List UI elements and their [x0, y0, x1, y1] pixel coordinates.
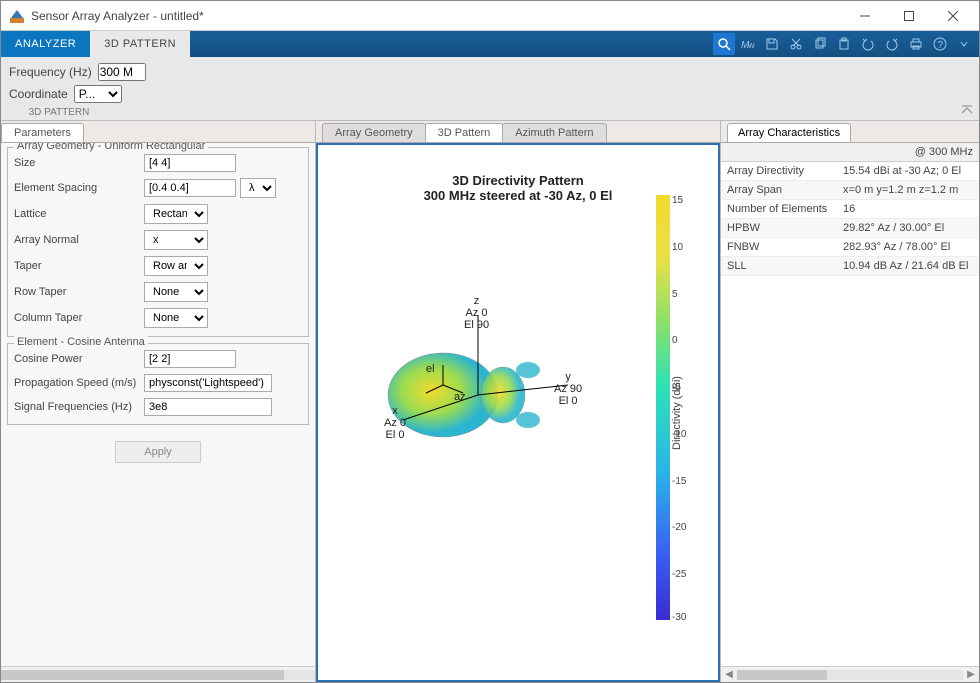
left-hscroll[interactable]: [1, 666, 315, 682]
table-row: SLL10.94 dB Az / 21.64 dB El: [721, 257, 979, 276]
plot-title: 3D Directivity Pattern: [318, 173, 718, 188]
ribbon: Frequency (Hz) Coordinate P... 3D PATTER…: [1, 57, 979, 121]
save-icon[interactable]: [761, 33, 783, 55]
label-row-taper: Row Taper: [14, 286, 144, 298]
print-icon[interactable]: [905, 33, 927, 55]
label-column-taper: Column Taper: [14, 312, 144, 324]
collapse-ribbon-icon[interactable]: [961, 104, 973, 118]
select-lattice[interactable]: Rectang...: [144, 204, 208, 224]
characteristics-table: @ 300 MHz Array Directivity15.54 dBi at …: [721, 143, 979, 276]
tab-analyzer[interactable]: ANALYZER: [1, 31, 90, 57]
label-lattice: Lattice: [14, 208, 144, 220]
col-300mhz: @ 300 MHz: [837, 143, 979, 162]
input-size[interactable]: [144, 154, 236, 172]
paste-icon[interactable]: [833, 33, 855, 55]
colorbar-label: Directivity (dBi): [671, 376, 683, 450]
svg-text:?: ?: [938, 40, 944, 51]
center-panel: Array Geometry 3D Pattern Azimuth Patter…: [316, 121, 721, 682]
tab-parameters[interactable]: Parameters: [1, 123, 84, 142]
tab-3d-pattern[interactable]: 3D PATTERN: [90, 31, 190, 57]
scroll-left-icon: ◀: [721, 669, 737, 680]
apply-button[interactable]: Apply: [115, 441, 201, 463]
freq-label: Frequency (Hz): [9, 65, 92, 79]
coord-label: Coordinate: [9, 87, 68, 101]
select-column-taper[interactable]: None: [144, 308, 208, 328]
scroll-right-icon: ▶: [963, 669, 979, 680]
input-signal-freq[interactable]: [144, 398, 272, 416]
input-element-spacing[interactable]: [144, 179, 236, 197]
table-row: FNBW282.93° Az / 78.00° El: [721, 238, 979, 257]
maximize-button[interactable]: [887, 2, 931, 30]
table-row: Array Directivity15.54 dBi at -30 Az; 0 …: [721, 162, 979, 181]
window-title: Sensor Array Analyzer - untitled*: [31, 9, 843, 23]
select-array-normal[interactable]: x: [144, 230, 208, 250]
search-icon[interactable]: [713, 33, 735, 55]
redo-icon[interactable]: [881, 33, 903, 55]
left-panel: Parameters Array Geometry - Uniform Rect…: [1, 121, 316, 682]
label-size: Size: [14, 157, 144, 169]
label-array-normal: Array Normal: [14, 234, 144, 246]
table-row: Array Spanx=0 m y=1.2 m z=1.2 m: [721, 181, 979, 200]
label-prop-speed: Propagation Speed (m/s): [14, 377, 144, 389]
axis-az: az: [454, 391, 466, 403]
label-taper: Taper: [14, 260, 144, 272]
colorbar: [656, 195, 670, 620]
table-row: Number of Elements16: [721, 200, 979, 219]
help-icon[interactable]: ?: [929, 33, 951, 55]
input-prop-speed[interactable]: [144, 374, 272, 392]
tab-array-geometry[interactable]: Array Geometry: [322, 123, 426, 142]
input-cosine-power[interactable]: [144, 350, 236, 368]
minimize-button[interactable]: [843, 2, 887, 30]
legend-array-geometry: Array Geometry - Uniform Rectangular: [14, 143, 208, 152]
svg-text:W: W: [748, 43, 755, 50]
tab-array-characteristics[interactable]: Array Characteristics: [727, 123, 851, 142]
titlebar: Sensor Array Analyzer - untitled*: [1, 1, 979, 31]
tab-azimuth-pattern[interactable]: Azimuth Pattern: [502, 123, 606, 142]
select-row-taper[interactable]: None: [144, 282, 208, 302]
select-taper[interactable]: Row and...: [144, 256, 208, 276]
tab-3d-pattern-center[interactable]: 3D Pattern: [425, 123, 504, 142]
axis-y: yAz 90El 0: [554, 371, 582, 407]
toolstrip: ANALYZER 3D PATTERN MW ?: [1, 31, 979, 57]
axis-z: zAz 0El 90: [464, 295, 489, 331]
label-element-spacing: Element Spacing: [14, 182, 144, 194]
quick-access: MW ?: [713, 31, 979, 57]
matlab-icon[interactable]: MW: [737, 33, 759, 55]
axis-el: el: [426, 363, 435, 375]
app-icon: [9, 8, 25, 24]
copy-icon[interactable]: [809, 33, 831, 55]
close-button[interactable]: [931, 2, 975, 30]
right-panel: Array Characteristics @ 300 MHz Array Di…: [721, 121, 979, 682]
right-hscroll[interactable]: ◀ ▶: [721, 666, 979, 682]
table-row: HPBW29.82° Az / 30.00° El: [721, 219, 979, 238]
select-spacing-unit[interactable]: λ: [240, 178, 276, 198]
group-element: Element - Cosine Antenna Cosine Power Pr…: [7, 343, 309, 425]
undo-icon[interactable]: [857, 33, 879, 55]
plot-3d-pattern[interactable]: 3D Directivity Pattern 300 MHz steered a…: [316, 143, 720, 682]
freq-input[interactable]: [98, 63, 146, 81]
axis-x: xAz 0El 0: [384, 405, 406, 441]
cut-icon[interactable]: [785, 33, 807, 55]
label-signal-freq: Signal Frequencies (Hz): [14, 401, 144, 413]
coord-select[interactable]: P...: [74, 85, 122, 103]
dropdown-icon[interactable]: [953, 33, 975, 55]
legend-element: Element - Cosine Antenna: [14, 336, 148, 348]
ribbon-section-label: 3D PATTERN: [9, 107, 109, 118]
group-array-geometry: Array Geometry - Uniform Rectangular Siz…: [7, 147, 309, 337]
label-cosine-power: Cosine Power: [14, 353, 144, 365]
